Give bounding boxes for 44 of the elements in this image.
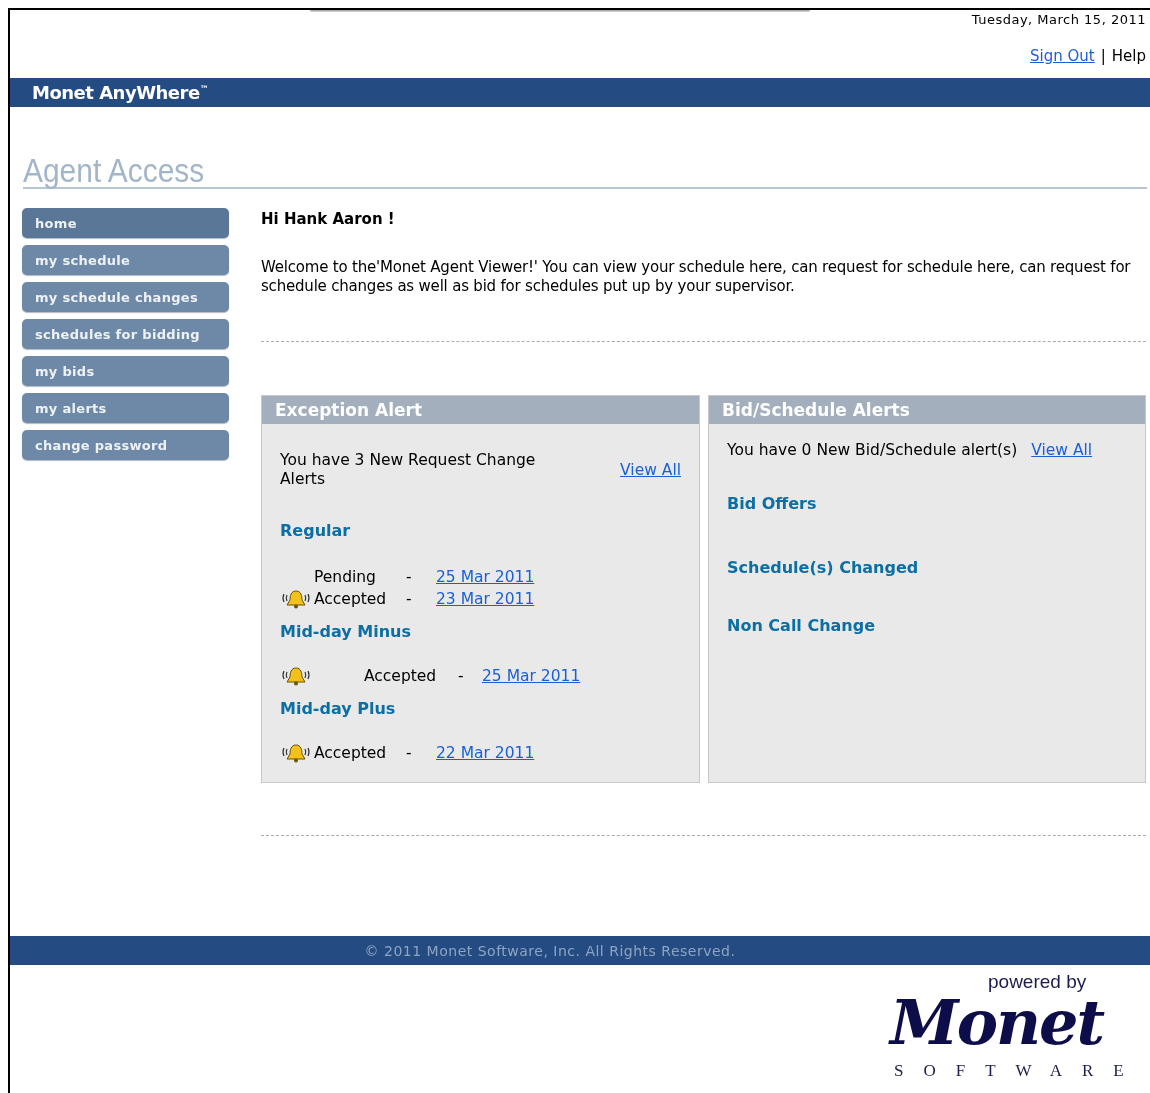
dash-text: - xyxy=(458,667,465,685)
section-heading: Bid Offers xyxy=(727,494,817,513)
view-all-link[interactable]: View All xyxy=(620,461,681,479)
date-link[interactable]: 25 Mar 2011 xyxy=(436,568,535,586)
bell-icon xyxy=(280,666,312,686)
group-heading: Regular xyxy=(280,521,351,540)
nav-button[interactable]: schedules for bidding xyxy=(22,319,229,349)
nav-button[interactable]: home xyxy=(22,208,229,238)
copyright-text: © 2011 Monet Software, Inc. All Rights Reserved. xyxy=(364,942,736,959)
panel-title: Bid/Schedule Alerts xyxy=(722,400,910,420)
dash-text: - xyxy=(406,590,413,608)
section-heading: Schedule(s) Changed xyxy=(727,558,919,577)
group-heading: Mid-day Minus xyxy=(280,622,411,641)
dash-text: - xyxy=(406,744,413,762)
section-heading: Non Call Change xyxy=(727,616,876,635)
separator: | xyxy=(1100,47,1106,65)
help-link[interactable]: Help xyxy=(1111,47,1146,65)
nav-button[interactable]: change password xyxy=(22,430,229,460)
company-logo: powered by Monet SOFTWARE xyxy=(888,977,1145,1082)
bell-icon xyxy=(280,589,312,609)
date-link[interactable]: 22 Mar 2011 xyxy=(436,744,535,762)
alert-summary: You have 3 New Request Change Alerts xyxy=(280,451,537,489)
nav-button[interactable]: my bids xyxy=(22,356,229,386)
status-text: Accepted xyxy=(314,590,388,608)
view-all-link[interactable]: View All xyxy=(1031,441,1093,459)
greeting-text: Hi Hank Aaron ! xyxy=(261,210,396,228)
panel-title: Exception Alert xyxy=(275,400,423,420)
sign-out-link[interactable]: Sign Out xyxy=(1030,47,1095,65)
nav-button[interactable]: my alerts xyxy=(22,393,229,423)
status-text: Accepted xyxy=(314,744,388,762)
bell-icon xyxy=(280,743,312,763)
app-title: Monet AnyWhere$^{™}$ xyxy=(32,82,209,103)
nav-button[interactable]: my schedule changes xyxy=(22,282,229,312)
date-link[interactable]: 23 Mar 2011 xyxy=(436,590,535,608)
date-text: Tuesday, March 15, 2011 xyxy=(971,12,1146,27)
status-text: Accepted xyxy=(364,667,438,685)
alert-summary: You have 0 New Bid/Schedule alert(s) xyxy=(727,441,1018,459)
status-text: Pending xyxy=(314,568,377,586)
welcome-text: Welcome to the'Monet Agent Viewer!' You can view your schedule here, can request for schedule here, can request for schedule changes as well as bid for schedules put up by your supervisor. xyxy=(261,258,1132,296)
page-heading: Agent Access xyxy=(23,153,205,187)
group-heading: Mid-day Plus xyxy=(280,699,396,718)
dash-text: - xyxy=(406,568,413,586)
date-link[interactable]: 25 Mar 2011 xyxy=(482,667,581,685)
nav-button[interactable]: my schedule xyxy=(22,245,229,275)
